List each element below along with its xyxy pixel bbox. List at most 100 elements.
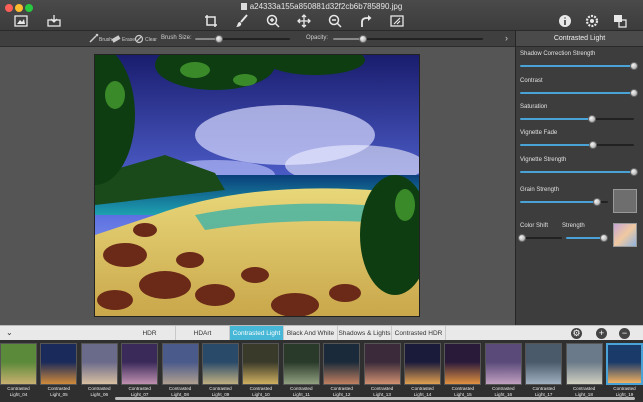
grain-strength-fill (520, 201, 598, 203)
control-slider-knob[interactable] (630, 62, 638, 70)
preset-thumbnail-image (0, 343, 37, 385)
preset-thumbnail[interactable]: Contrasted Light_14 (404, 343, 441, 400)
erase-tool-button[interactable]: Erase (111, 33, 135, 45)
settings-small-icon[interactable]: ⚙ (571, 328, 582, 339)
control-slider[interactable] (520, 89, 638, 97)
remove-preset-icon[interactable]: − (619, 328, 630, 339)
preset-thumbnail[interactable]: Contrasted Light_08 (161, 343, 199, 400)
control-slider-knob[interactable] (588, 141, 597, 149)
tab-hdr[interactable]: HDR (124, 326, 176, 341)
brush-options-bar: Brush Erase Clear Brush Size: Opacity: (0, 31, 515, 47)
preset-thumbnail[interactable]: Contrasted Light_19 (606, 343, 643, 400)
control-label: Shadow Correction Strength (520, 51, 596, 57)
control-slider-knob[interactable] (630, 168, 638, 176)
preset-thumbnail-image (484, 343, 522, 385)
tab-contrasted-light[interactable]: Contrasted Light (230, 326, 284, 341)
preset-thumbnail-image (282, 343, 320, 385)
preset-thumbnail[interactable]: Contrasted Light_07 (121, 343, 159, 400)
control-slider[interactable] (520, 141, 634, 149)
preset-thumbnail[interactable]: Contrasted Light_06 (80, 343, 118, 400)
adjustments-panel: Contrasted Light Shadow Correction Stren… (515, 31, 643, 325)
preset-thumbnail-image (363, 343, 401, 385)
preset-thumbnail-image (202, 343, 239, 385)
brush-size-knob[interactable] (214, 35, 223, 43)
tab-shadows-lights[interactable]: Shadows & Lights (338, 326, 392, 341)
strength-fill (566, 237, 604, 239)
brush-tool-button[interactable]: Brush (88, 33, 112, 45)
opacity-slider[interactable] (333, 35, 483, 43)
preset-thumbnail[interactable]: Contrasted Light_17 (525, 343, 563, 400)
add-preset-icon[interactable]: + (596, 328, 607, 339)
control-slider-fill (520, 118, 592, 120)
brush-size-slider[interactable] (195, 35, 290, 43)
window-title-text: a24333a155a850881d32f2cb6b785890.jpg (249, 2, 403, 11)
control-slider-knob[interactable] (630, 89, 638, 97)
preset-thumbnail-image (606, 343, 643, 385)
color-shift-preview-swatch (613, 223, 637, 247)
color-shift-slider[interactable] (518, 234, 562, 242)
strength-slider[interactable] (566, 234, 608, 242)
crop-icon[interactable] (204, 14, 218, 28)
thumbnail-scrollbar[interactable] (115, 397, 635, 400)
preset-thumbnail[interactable]: Contrasted Light_18 (565, 343, 603, 400)
grain-strength-slider[interactable] (520, 198, 608, 206)
preset-thumbnail[interactable]: Contrasted Light_12 (323, 343, 361, 400)
redo-icon[interactable] (359, 14, 373, 28)
preset-category-tabs: ⌄ HDR HDArt Contrasted Light Black And Whit… (0, 325, 643, 341)
move-icon[interactable] (297, 14, 311, 28)
preset-thumbnail[interactable]: Contrasted Light_11 (282, 343, 320, 400)
brush-icon[interactable] (235, 14, 249, 28)
preset-thumbnail-image (161, 343, 199, 385)
control-label: Vignette Fade (520, 130, 558, 136)
collapse-panel-chevron-icon[interactable]: › (505, 33, 508, 43)
export-icon[interactable] (47, 14, 61, 28)
preset-thumbnail[interactable]: Contrasted Light_13 (363, 343, 401, 400)
preset-thumbnail-image (404, 343, 441, 385)
control-slider-fill (520, 171, 634, 173)
opacity-label: Opacity: (306, 35, 329, 41)
preset-thumbnail-caption: Contrasted Light_06 (81, 386, 118, 398)
open-image-icon[interactable] (14, 14, 28, 28)
caption-line-2: Light_04 (9, 392, 28, 397)
preset-thumbnail-image (444, 343, 482, 385)
collapse-strip-chevron-icon[interactable]: ⌄ (6, 328, 13, 337)
tab-black-and-white[interactable]: Black And White (284, 326, 338, 341)
control-slider-fill (520, 92, 634, 94)
strength-label: Strength (562, 223, 585, 229)
control-slider[interactable] (520, 62, 638, 70)
image-canvas[interactable] (0, 47, 515, 325)
grain-strength-knob[interactable] (593, 198, 602, 206)
control-slider-fill (520, 65, 634, 67)
tab-contrasted-hdr[interactable]: Contrasted HDR (392, 326, 446, 341)
preset-thumbnail[interactable]: Contrasted Light_16 (484, 343, 522, 400)
preset-thumbnail[interactable]: Contrasted Light_10 (242, 343, 280, 400)
preset-thumbnail[interactable]: Contrasted Light_09 (202, 343, 239, 400)
caption-line-2: Light_06 (90, 392, 109, 397)
clear-tool-button[interactable]: Clear (134, 33, 157, 45)
zoom-in-icon[interactable] (266, 14, 280, 28)
control-slider[interactable] (520, 168, 638, 176)
control-slider[interactable] (520, 115, 634, 123)
share-icon[interactable] (613, 14, 627, 28)
opacity-knob[interactable] (359, 35, 367, 43)
grain-strength-label: Grain Strength (520, 187, 560, 193)
preset-thumbnail-image (40, 343, 78, 385)
compare-icon[interactable] (390, 14, 404, 28)
edited-photo (94, 54, 420, 317)
preset-thumbnail[interactable]: Contrasted Light_15 (444, 343, 482, 400)
tab-hdart[interactable]: HDArt (176, 326, 230, 341)
settings-icon[interactable] (585, 14, 599, 28)
strength-knob[interactable] (599, 234, 608, 242)
preset-thumbnail-strip[interactable]: Contrasted Light_04 Contrasted Light_05 Cont… (0, 340, 643, 402)
preset-thumbnail-image (80, 343, 118, 385)
zoom-out-icon[interactable] (328, 14, 342, 28)
control-slider-knob[interactable] (587, 115, 596, 123)
grain-preview-swatch (613, 189, 637, 213)
info-icon[interactable] (558, 14, 572, 28)
preset-thumbnail[interactable]: Contrasted Light_04 (0, 343, 37, 400)
brush-size-label: Brush Size: (161, 35, 192, 41)
color-shift-knob[interactable] (518, 234, 527, 242)
preset-thumbnail-image (242, 343, 280, 385)
preset-thumbnail[interactable]: Contrasted Light_05 (40, 343, 78, 400)
panel-title: Contrasted Light (516, 31, 643, 47)
